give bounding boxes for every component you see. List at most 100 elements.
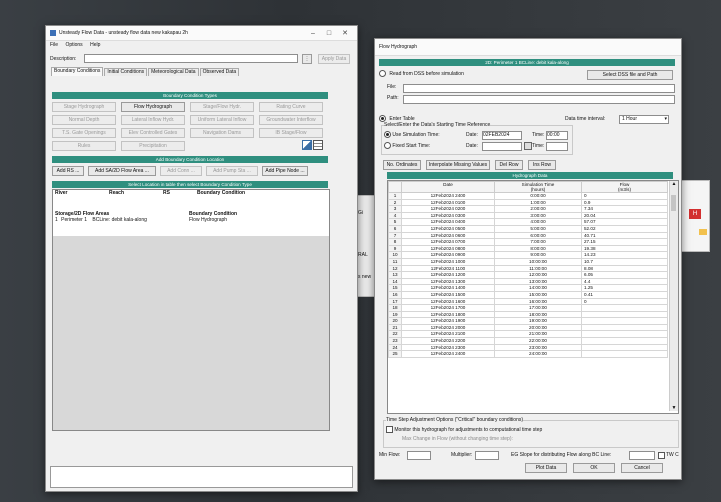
fixed-date-field[interactable]	[482, 142, 522, 151]
cancel-button[interactable]: Cancel	[621, 463, 663, 473]
monitor-checkbox[interactable]	[386, 426, 393, 433]
date-cell[interactable]: 12Feb2024 2400	[401, 192, 495, 200]
flow-cell[interactable]	[581, 343, 668, 352]
flow-title-bar[interactable]: Flow Hydrograph	[375, 39, 681, 56]
flow-cell[interactable]: 19.38	[581, 244, 668, 253]
add-rs-button[interactable]: Add RS ...	[52, 166, 84, 176]
hydrograph-table[interactable]: Date Simulation Time (hours) Flow (m3/s) 1…	[387, 180, 679, 414]
date-cell[interactable]: 12Feb2024 0300	[401, 211, 495, 220]
close-icon[interactable]: ✕	[337, 29, 353, 37]
sim-time-cell[interactable]: 11:00:00	[494, 264, 582, 273]
apply-data-button[interactable]: Apply Data	[318, 54, 350, 64]
flow-cell[interactable]: 0.41	[581, 290, 668, 299]
flow-cell[interactable]: 14.23	[581, 251, 668, 259]
sim-time-cell[interactable]: 5:00:00	[494, 224, 582, 233]
normal-depth-button[interactable]: Normal Depth	[52, 115, 116, 125]
flow-cell[interactable]	[581, 337, 668, 345]
elev-controlled-gates-button[interactable]: Elev Controlled Gates	[121, 128, 185, 138]
date-cell[interactable]: 12Feb2024 2300	[401, 343, 495, 352]
sim-time-cell[interactable]: 10:00:00	[494, 257, 582, 266]
tab-initial-conditions[interactable]: Initial Conditions	[104, 68, 148, 76]
description-input[interactable]	[84, 54, 298, 63]
sim-time-cell[interactable]: 8:00:00	[494, 244, 582, 253]
interpolate-button[interactable]: Interpolate Missing Values	[426, 160, 490, 170]
tab-observed-data[interactable]: Observed Data	[199, 68, 240, 76]
date-cell[interactable]: 12Feb2024 0600	[401, 231, 495, 240]
date-cell[interactable]: 12Feb2024 0100	[401, 198, 495, 207]
date-cell[interactable]: 12Feb2024 1300	[401, 277, 495, 286]
date-cell[interactable]: 12Feb2024 0200	[401, 205, 495, 213]
date-cell[interactable]: 12Feb2024 2200	[401, 337, 495, 345]
sim-time-cell[interactable]: 6:00:00	[494, 231, 582, 240]
flow-cell[interactable]: 6.05	[581, 271, 668, 279]
date-cell[interactable]: 12Feb2024 0900	[401, 251, 495, 259]
groundwater-interflow-button[interactable]: Groundwater Interflow	[259, 115, 323, 125]
date-cell[interactable]: 12Feb2024 1700	[401, 304, 495, 312]
flow-cell[interactable]: 1.25	[581, 284, 668, 292]
multiplier-input[interactable]	[475, 451, 499, 460]
table-row[interactable]: 14 12Feb2024 1300 13:00:00 4.4	[388, 277, 668, 286]
table-icon[interactable]	[313, 140, 324, 150]
use-sim-time-radio[interactable]	[384, 131, 391, 138]
sim-time-cell[interactable]: 18:00:00	[494, 310, 582, 319]
sim-time-cell[interactable]: 3:00:00	[494, 211, 582, 220]
table-row[interactable]: 17 12Feb2024 1600 16:00:00 0	[388, 297, 668, 306]
scroll-up-icon[interactable]: ▲	[670, 181, 678, 187]
sim-time-cell[interactable]: 13:00:00	[494, 277, 582, 286]
flow-cell[interactable]: 0	[581, 297, 668, 306]
table-row[interactable]: 20 12Feb2024 1900 19:00:00	[388, 317, 668, 325]
add-sa-2d-button[interactable]: Add SA/2D Flow Area ...	[88, 166, 156, 176]
enter-table-radio[interactable]	[379, 115, 386, 122]
menu-file[interactable]: File	[50, 42, 58, 48]
select-dss-button[interactable]: Select DSS file and Path	[587, 70, 673, 80]
table-row[interactable]: 18 12Feb2024 1700 17:00:00	[388, 304, 668, 312]
sim-time-cell[interactable]: 1:00:00	[494, 198, 582, 207]
path-input[interactable]	[403, 95, 675, 104]
maximize-icon[interactable]: □	[321, 30, 337, 37]
min-flow-input[interactable]	[407, 451, 431, 460]
sim-time-field[interactable]: 00:00	[546, 131, 568, 140]
table-row[interactable]: 2 12Feb2024 0100 1:00:00 0.9	[388, 198, 668, 207]
flow-cell[interactable]	[581, 350, 668, 358]
date-cell[interactable]: 12Feb2024 1200	[401, 271, 495, 279]
table-row[interactable]: 16 12Feb2024 1500 15:00:00 0.41	[388, 290, 668, 299]
del-row-button[interactable]: Del Row	[495, 160, 523, 170]
sim-time-cell[interactable]: 2:00:00	[494, 205, 582, 213]
mountain-plot-icon[interactable]	[302, 140, 312, 150]
tab-meteorological-data[interactable]: Meteorological Data	[148, 68, 199, 76]
table-row[interactable]: 6 12Feb2024 0500 5:00:00 52.02	[388, 224, 668, 233]
ins-row-button[interactable]: Ins Row	[528, 160, 556, 170]
fixed-start-radio[interactable]	[384, 142, 391, 149]
sim-time-cell[interactable]: 14:00:00	[494, 284, 582, 292]
sim-time-cell[interactable]: 9:00:00	[494, 251, 582, 259]
date-cell[interactable]: 12Feb2024 1000	[401, 257, 495, 266]
table-row[interactable]: 22 12Feb2024 2100 21:00:00	[388, 330, 668, 339]
table-row[interactable]: 21 12Feb2024 2000 20:00:00	[388, 323, 668, 332]
table-row[interactable]: 3 12Feb2024 0200 2:00:00 7.34	[388, 205, 668, 213]
read-dss-radio[interactable]	[379, 70, 386, 77]
date-cell[interactable]: 12Feb2024 1400	[401, 284, 495, 292]
sim-time-cell[interactable]: 7:00:00	[494, 238, 582, 246]
table-row[interactable]: 13 12Feb2024 1200 12:00:00 6.05	[388, 271, 668, 279]
sim-time-cell[interactable]: 12:00:00	[494, 271, 582, 279]
date-cell[interactable]: 12Feb2024 0400	[401, 218, 495, 226]
date-cell[interactable]: 12Feb2024 2100	[401, 330, 495, 339]
sim-time-cell[interactable]: 20:00:00	[494, 323, 582, 332]
table-row[interactable]: 4 12Feb2024 0300 3:00:00 20.04	[388, 211, 668, 220]
date-cell[interactable]: 12Feb2024 1800	[401, 310, 495, 319]
description-dropdown-button[interactable]: ⋮	[302, 54, 312, 64]
unsteady-title-bar[interactable]: Unsteady Flow Data - unsteady flow data …	[46, 26, 357, 41]
table-row[interactable]: 1 12Feb2024 2400 0:00:00 0	[388, 192, 668, 200]
sim-time-cell[interactable]: 24:00:00	[494, 350, 582, 358]
flow-cell[interactable]: 20.04	[581, 211, 668, 220]
lateral-inflow-button[interactable]: Lateral Inflow Hydr.	[121, 115, 185, 125]
scroll-thumb[interactable]	[671, 195, 676, 211]
rating-curve-button[interactable]: Rating Curve	[259, 102, 323, 112]
vertical-scrollbar[interactable]: ▲ ▼	[669, 181, 678, 411]
flow-cell[interactable]: 7.34	[581, 205, 668, 213]
flow-cell[interactable]	[581, 323, 668, 332]
file-input[interactable]	[403, 84, 675, 93]
sim-time-cell[interactable]: 4:00:00	[494, 218, 582, 226]
flow-cell[interactable]: 10.7	[581, 257, 668, 266]
date-cell[interactable]: 12Feb2024 1500	[401, 290, 495, 299]
